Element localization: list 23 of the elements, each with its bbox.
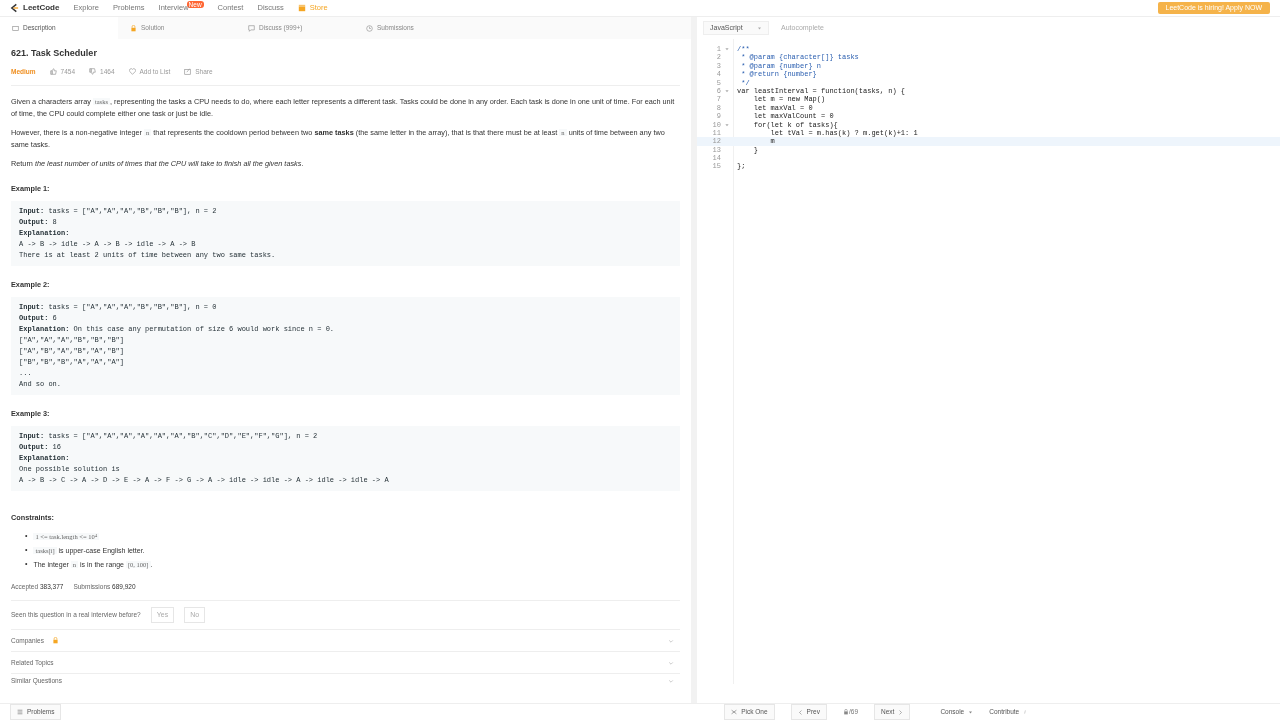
document-icon [12, 24, 19, 32]
lock-icon [51, 637, 59, 645]
list-icon [17, 709, 23, 715]
chevron-icon [668, 659, 674, 666]
thumbs-up-icon [49, 67, 57, 75]
chevron-icon [668, 678, 674, 685]
share-icon [184, 67, 192, 75]
heart-icon [128, 67, 136, 75]
chevron-right-icon [898, 709, 904, 715]
lock-icon [130, 24, 137, 32]
chevron-left-icon [797, 709, 803, 715]
clock-icon [366, 24, 373, 32]
thumbs-down-icon [89, 67, 97, 75]
chevron-icon [668, 637, 674, 644]
store-icon [297, 4, 306, 12]
caret-icon [757, 25, 762, 31]
caret-icon [968, 709, 974, 715]
logo[interactable]: LeetCode [10, 2, 60, 14]
chat-icon [248, 24, 255, 32]
logo-icon [10, 3, 19, 13]
problem-title: 621. Task Scheduler [11, 47, 98, 60]
shuffle-icon [731, 709, 738, 715]
lock-icon [842, 709, 849, 715]
